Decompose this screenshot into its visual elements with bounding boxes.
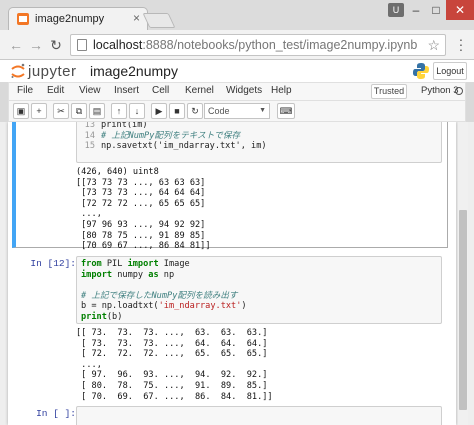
python-logo-icon <box>413 63 429 79</box>
notebook-title[interactable]: image2numpy <box>90 63 178 79</box>
menu-kernel[interactable]: Kernel <box>185 85 214 96</box>
close-window-button[interactable]: ✕ <box>446 0 474 20</box>
stop-icon[interactable]: ■ <box>169 103 185 119</box>
logout-button[interactable]: Logout <box>433 62 467 80</box>
menu-dots-icon[interactable]: · · · <box>454 32 468 56</box>
move-up-icon[interactable]: ↑ <box>111 103 127 119</box>
scrollbar[interactable] <box>458 122 468 425</box>
code-editor[interactable]: from PIL import Image import numpy as np… <box>77 257 441 325</box>
menu-file[interactable]: File <box>17 85 33 96</box>
menu-view[interactable]: View <box>79 85 101 96</box>
profile-user-icon[interactable]: U <box>388 3 404 17</box>
browser-titlebar: image2numpy × U – □ ✕ <box>0 0 474 30</box>
copy-icon[interactable]: ⧉ <box>71 103 87 119</box>
notebook-area: 13 print(im) 14 # 上記NumPy配列をテキストで保存 15 np.s… <box>0 122 474 425</box>
input-prompt: In [ ]: <box>36 408 76 419</box>
browser-toolbar: ← → ↻ localhost:8888/notebooks/python_te… <box>0 30 474 60</box>
menu-widgets[interactable]: Widgets <box>226 85 262 96</box>
output-text: (426, 640) uint8 [[73 73 73 ..., 63 63 6… <box>76 167 211 252</box>
restart-icon[interactable]: ↻ <box>187 103 203 119</box>
notebook-menubar: File Edit View Insert Cell Kernel Widget… <box>8 82 466 100</box>
run-icon[interactable]: ▶ <box>151 103 167 119</box>
kernel-status-icon <box>455 87 463 95</box>
jupyter-logo-icon <box>11 63 25 78</box>
kernel-name: Python 3 <box>421 85 459 96</box>
cell-input[interactable]: 13 print(im) 14 # 上記NumPy配列をテキストで保存 15 np.s… <box>76 122 442 163</box>
reload-icon[interactable]: ↻ <box>48 37 64 53</box>
move-down-icon[interactable]: ↓ <box>129 103 145 119</box>
jupyter-logo-text: jupyter <box>28 63 77 80</box>
page-icon <box>77 39 87 51</box>
cell-type-select[interactable]: Code ▼ <box>204 103 270 119</box>
forward-arrow-icon[interactable]: → <box>28 37 44 53</box>
minimize-button[interactable]: – <box>406 0 426 20</box>
empty-code-cell[interactable]: In [ ]: <box>12 404 448 425</box>
notebook-toolbar: ▣ + ✂ ⧉ ▤ ↑ ↓ ▶ ■ ↻ Code ▼ ⌨ <box>8 100 466 122</box>
menu-edit[interactable]: Edit <box>47 85 64 96</box>
code-cell-selected[interactable]: 13 print(im) 14 # 上記NumPy配列をテキストで保存 15 np.s… <box>12 122 448 251</box>
menu-insert[interactable]: Insert <box>114 85 139 96</box>
paste-icon[interactable]: ▤ <box>89 103 105 119</box>
maximize-button[interactable]: □ <box>426 0 446 20</box>
chevron-down-icon: ▼ <box>259 107 266 114</box>
menu-help[interactable]: Help <box>271 85 292 96</box>
tab-title: image2numpy <box>35 13 105 25</box>
output-text: [[ 73. 73. 73. ..., 63. 63. 63.] [ 73. 7… <box>76 328 273 402</box>
jupyter-logo[interactable]: jupyter <box>10 62 82 80</box>
input-prompt: In [12]: <box>30 258 76 269</box>
star-icon[interactable]: ☆ <box>427 37 440 54</box>
jupyter-header: jupyter image2numpy Logout <box>0 60 474 82</box>
trusted-indicator[interactable]: Trusted <box>371 84 407 99</box>
cell-input[interactable]: from PIL import Image import numpy as np… <box>76 256 442 324</box>
browser-tab[interactable]: image2numpy × <box>8 7 148 30</box>
save-icon[interactable]: ▣ <box>13 103 29 119</box>
tab-close-icon[interactable]: × <box>133 11 140 25</box>
cut-icon[interactable]: ✂ <box>53 103 69 119</box>
back-arrow-icon[interactable]: ← <box>8 37 24 53</box>
cell-output: [[ 73. 73. 73. ..., 63. 63. 63.] [ 73. 7… <box>76 328 442 402</box>
code-cell[interactable]: In [12]: from PIL import Image import nu… <box>12 254 448 402</box>
jupyter-favicon-icon <box>17 13 29 25</box>
scrollbar-thumb[interactable] <box>459 210 467 410</box>
menu-cell[interactable]: Cell <box>152 85 169 96</box>
address-bar[interactable]: localhost:8888/notebooks/python_test/ima… <box>70 34 446 56</box>
url-text: localhost:8888/notebooks/python_test/ima… <box>93 38 418 52</box>
add-cell-icon[interactable]: + <box>31 103 47 119</box>
notebook-page: 13 print(im) 14 # 上記NumPy配列をテキストで保存 15 np.s… <box>8 122 456 425</box>
keyboard-icon[interactable]: ⌨ <box>277 103 295 119</box>
code-editor[interactable]: 13 print(im) 14 # 上記NumPy配列をテキストで保存 15 np.s… <box>77 122 441 154</box>
cell-input[interactable] <box>76 406 442 425</box>
cell-output: (426, 640) uint8 [[73 73 73 ..., 63 63 6… <box>76 167 442 252</box>
